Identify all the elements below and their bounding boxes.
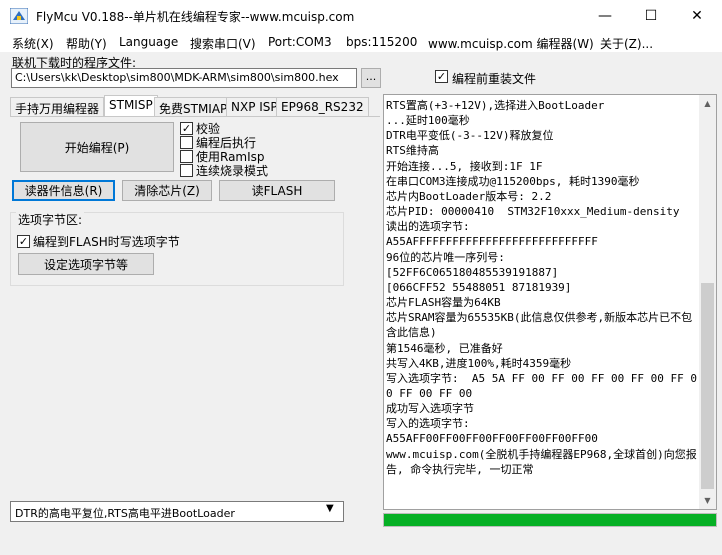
- tab-stmisp[interactable]: STMISP: [104, 95, 158, 117]
- tab-free-stmiap[interactable]: 免费STMIAP: [154, 97, 233, 117]
- maximize-button[interactable]: ☐: [628, 0, 674, 32]
- log-output-text: RTS置高(+3-+12V),选择进入BootLoader ...延时100毫秒…: [386, 99, 698, 476]
- menu-search-port[interactable]: 搜索串口(V): [190, 35, 256, 52]
- write-option-bytes-checkbox[interactable]: ✓: [17, 235, 30, 248]
- set-option-bytes-button[interactable]: 设定选项字节等: [18, 253, 154, 275]
- check-icon: ✓: [18, 235, 29, 248]
- menu-bar: 系统(X) 帮助(Y) Language 搜索串口(V) Port:COM3 b…: [0, 32, 722, 52]
- reset-mode-select[interactable]: DTR的高电平复位,RTS高电平进BootLoader: [10, 501, 344, 522]
- scrollbar-thumb[interactable]: [701, 283, 714, 489]
- read-device-info-button[interactable]: 读器件信息(R): [12, 180, 115, 201]
- check-icon: ✓: [181, 122, 192, 135]
- window-title: FlyMcu V0.188--单片机在线编程专家--www.mcuisp.com: [36, 10, 355, 24]
- tab-nxp-isp[interactable]: NXP ISP: [226, 97, 283, 117]
- tab-handheld-programmer[interactable]: 手持万用编程器: [10, 97, 105, 117]
- close-button[interactable]: ✕: [674, 0, 720, 32]
- option-bytes-group-label: 选项字节区:: [16, 211, 85, 228]
- browse-file-button[interactable]: ...: [361, 68, 381, 88]
- flymcu-logo-icon: [10, 8, 28, 24]
- menu-language[interactable]: Language: [119, 35, 178, 49]
- continuous-burn-option[interactable]: 连续烧录模式: [180, 162, 268, 179]
- scroll-down-icon[interactable]: ▼: [699, 492, 716, 509]
- scroll-up-icon[interactable]: ▲: [699, 95, 716, 112]
- menu-port[interactable]: Port:COM3: [268, 35, 332, 49]
- reload-before-program-checkbox[interactable]: ✓: [435, 70, 448, 83]
- chevron-down-icon[interactable]: ▼: [326, 503, 334, 514]
- continuous-burn-label: 连续烧录模式: [196, 164, 269, 178]
- start-program-button[interactable]: 开始编程(P): [20, 122, 174, 172]
- reload-before-program-label: 编程前重装文件: [452, 72, 537, 86]
- menu-help[interactable]: 帮助(Y): [66, 35, 107, 52]
- progress-fill: [384, 514, 716, 526]
- menu-programmer[interactable]: www.mcuisp.com 编程器(W): [428, 35, 594, 52]
- menu-system[interactable]: 系统(X): [12, 35, 54, 52]
- progress-bar: [383, 513, 717, 527]
- continuous-burn-checkbox[interactable]: [180, 164, 193, 177]
- menu-baudrate[interactable]: bps:115200: [346, 35, 417, 49]
- write-option-bytes-option[interactable]: ✓ 编程到FLASH时写选项字节: [17, 233, 180, 250]
- tab-ep968-rs232[interactable]: EP968_RS232: [276, 97, 369, 117]
- menu-about[interactable]: 关于(Z)...: [600, 35, 653, 52]
- minimize-button[interactable]: —: [582, 0, 628, 32]
- check-icon: ✓: [436, 70, 447, 83]
- write-option-bytes-label: 编程到FLASH时写选项字节: [33, 235, 180, 249]
- program-file-path-input[interactable]: C:\Users\kk\Desktop\sim800\MDK-ARM\sim80…: [11, 68, 357, 88]
- read-flash-button[interactable]: 读FLASH: [219, 180, 335, 201]
- clear-chip-button[interactable]: 清除芯片(Z): [122, 180, 212, 201]
